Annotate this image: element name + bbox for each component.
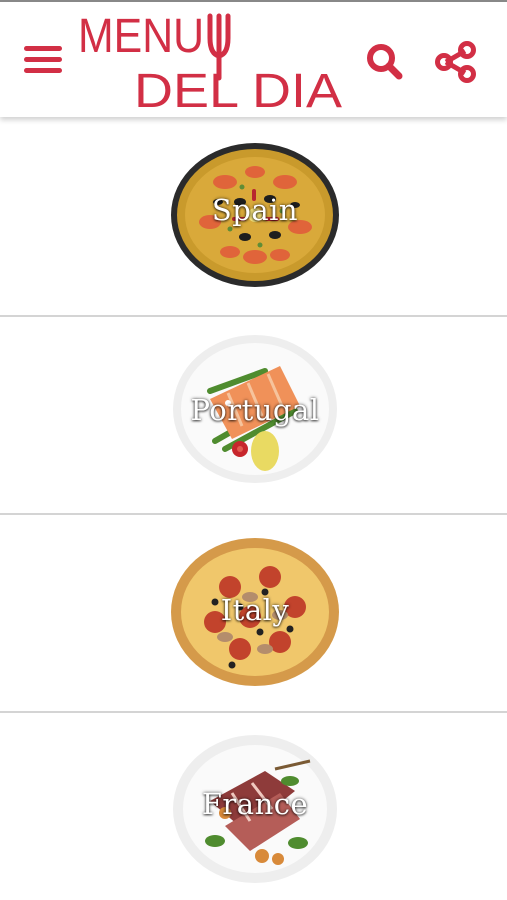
country-card-spain[interactable]: Spain (0, 119, 507, 317)
country-card-portugal[interactable]: Portugal (0, 317, 507, 515)
country-list: Spain Portugal Italy France (0, 119, 507, 900)
country-card-france[interactable]: France (0, 713, 507, 900)
hamburger-menu-icon[interactable] (20, 40, 66, 80)
country-card-italy[interactable]: Italy (0, 515, 507, 713)
country-label: France (201, 787, 309, 821)
country-label: Spain (211, 193, 299, 227)
search-icon[interactable] (362, 40, 410, 84)
logo-line2: DEL DIA (134, 65, 342, 112)
logo-line1: MENU (78, 10, 204, 63)
menu-bar (24, 68, 62, 73)
country-label: Italy (220, 593, 290, 627)
share-icon[interactable] (432, 40, 482, 86)
country-label: Portugal (190, 393, 320, 427)
app-header: MENU DEL DIA (0, 2, 507, 117)
app-screen: MENU DEL DIA Spain Portugal Italy France (0, 0, 507, 900)
menu-bar (24, 46, 62, 51)
menu-bar (24, 57, 62, 62)
app-logo: MENU DEL DIA (78, 8, 348, 112)
